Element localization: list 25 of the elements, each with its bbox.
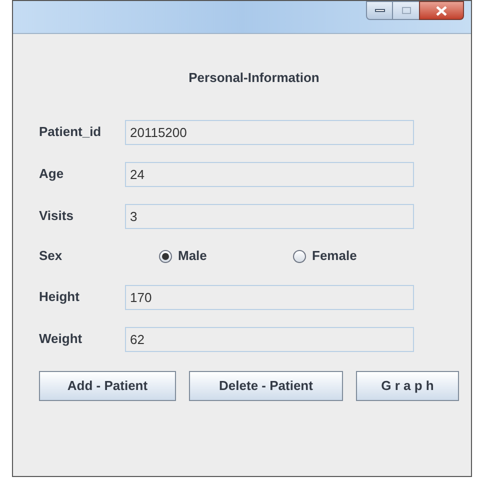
input-field[interactable]: 3 [125,204,414,228]
form-heading: Personal-Information [188,69,320,87]
action-button[interactable]: Add - Patient [39,370,176,400]
field-label: Weight [39,330,84,348]
radio-button[interactable] [293,250,306,262]
radio-option[interactable]: Male [159,246,293,266]
radio-button[interactable] [159,250,172,262]
minimize-icon [374,9,384,12]
minimize-button[interactable] [366,1,393,20]
input-field[interactable]: 170 [125,284,414,310]
close-icon [436,6,447,16]
input-field[interactable]: 24 [125,162,414,186]
field-label: Height [39,288,80,306]
action-button[interactable]: Delete - Patient [189,370,343,400]
input-field[interactable]: 20115200 [125,120,414,144]
input-field[interactable]: 62 [125,326,414,352]
field-label: Sex [39,247,64,266]
close-button[interactable] [419,1,464,20]
radio-option[interactable]: Female [293,246,427,266]
maximize-button[interactable] [393,1,419,20]
field-label: Visits [39,207,74,226]
maximize-icon [402,7,410,14]
field-label: Age [39,165,65,184]
field-label: Patient_id [39,123,102,142]
action-button[interactable]: G r a p h [356,370,459,400]
